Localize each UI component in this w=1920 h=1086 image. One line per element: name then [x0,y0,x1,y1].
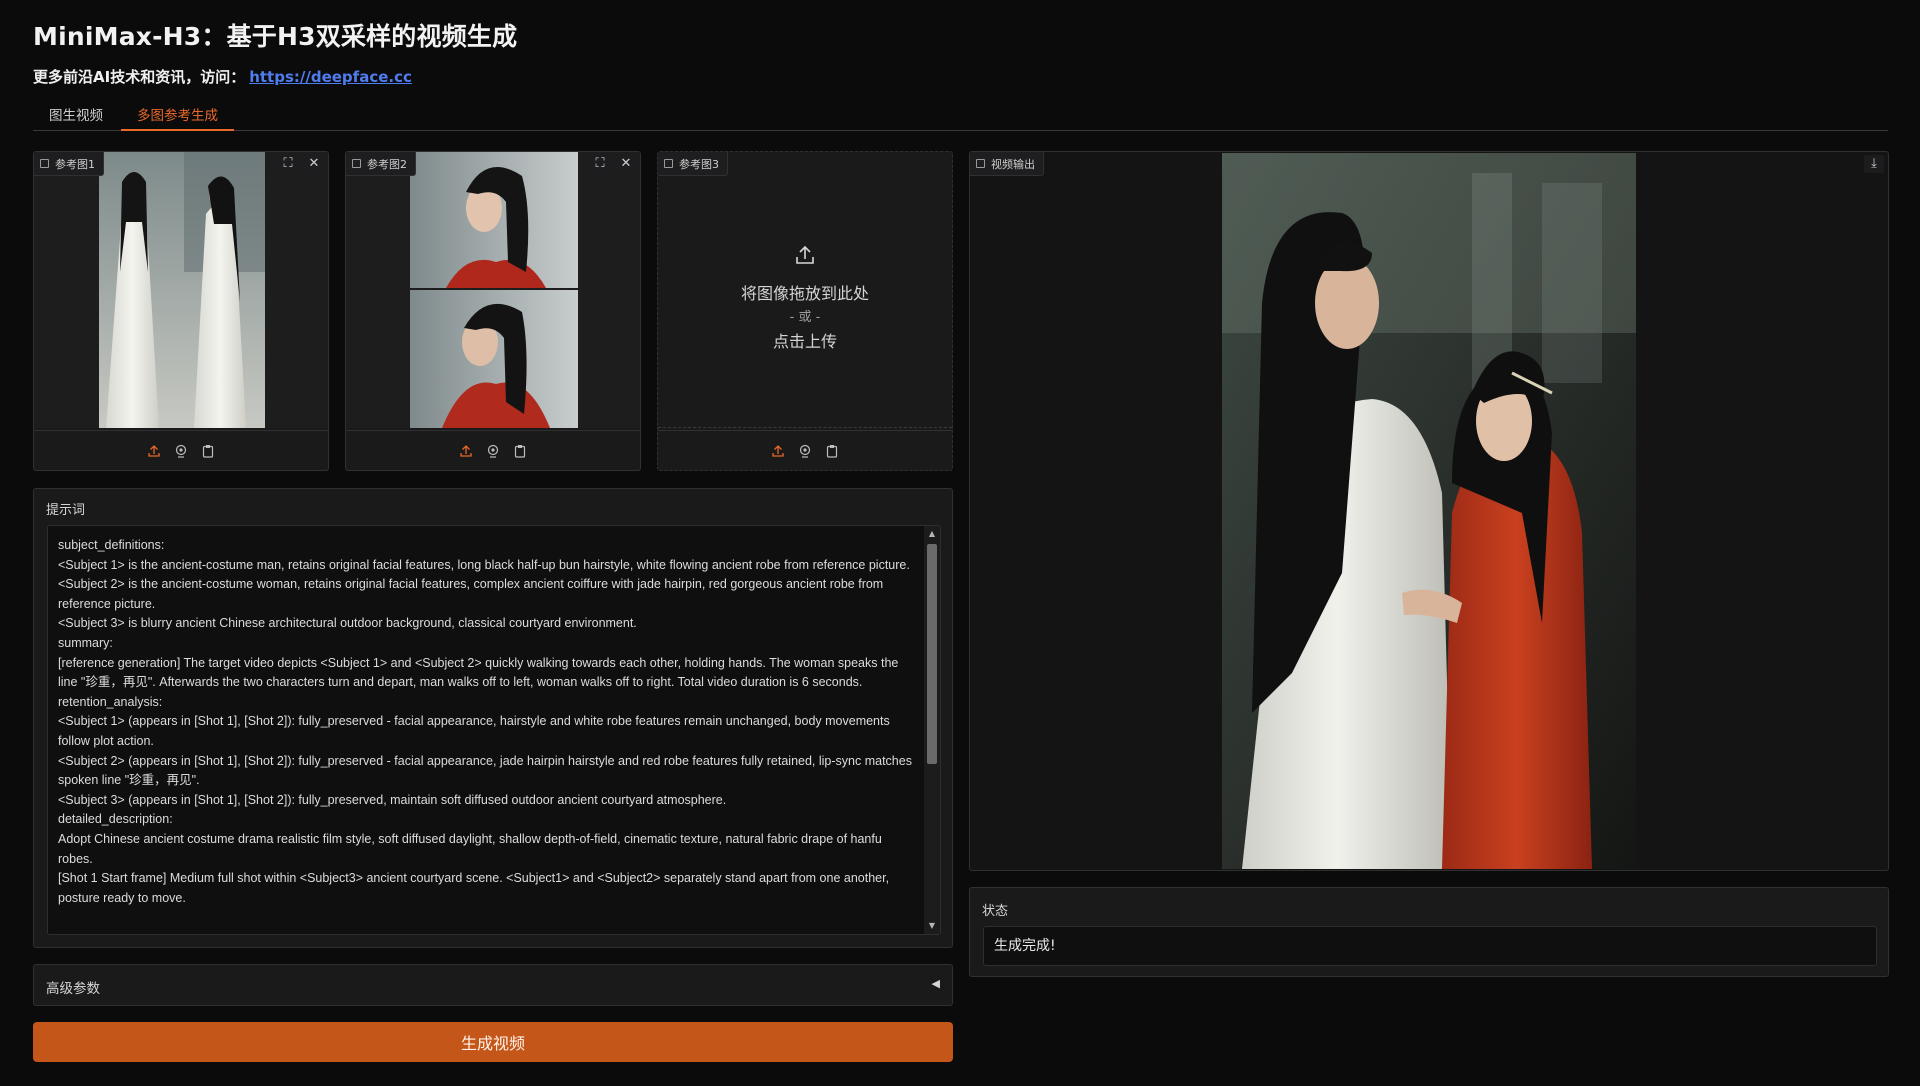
subtitle-text: 更多前沿AI技术和资讯，访问： [33,68,246,86]
prompt-textarea[interactable]: subject_definitions: <Subject 1> is the … [47,525,941,935]
scroll-thumb[interactable] [927,544,937,764]
clipboard-icon[interactable] [824,442,841,459]
image-icon [40,159,49,168]
webcam-icon[interactable] [173,442,190,459]
advanced-params-label: 高级参数 [46,981,100,997]
prompt-label: 提示词 [46,503,86,518]
video-player[interactable] [1222,153,1636,869]
generate-video-button[interactable]: 生成视频 [33,1022,953,1062]
prompt-scrollbar[interactable]: ▲ ▼ [924,526,940,934]
status-panel: 状态 生成完成! [969,887,1889,977]
tab-multi-reference[interactable]: 多图参考生成 [121,105,234,131]
video-frame-image [1222,153,1636,869]
reference-image-3-label: 参考图3 [658,152,728,176]
reference-image-3-label-text: 参考图3 [679,157,719,171]
reference-image-1[interactable] [34,152,328,428]
download-icon[interactable]: ⤓ [1864,155,1884,173]
video-icon [976,159,985,168]
tab-image-to-video[interactable]: 图生视频 [33,105,119,131]
reference-photo-2 [410,152,578,428]
reference-image-2-label: 参考图2 [346,152,416,176]
clipboard-icon[interactable] [200,442,217,459]
page-subtitle: 更多前沿AI技术和资讯，访问： https://deepface.cc [33,66,412,87]
close-icon[interactable]: ✕ [616,155,636,173]
reference-photo-1 [99,152,265,428]
video-output-label: 视频输出 [970,152,1044,176]
reference-image-2-panel: 参考图2 ⛶ ✕ [345,151,641,471]
reference-image-1-panel: 参考图1 ⛶ ✕ [33,151,329,471]
fullscreen-icon[interactable]: ⛶ [590,155,610,173]
upload-icon[interactable] [458,442,475,459]
drop-text: 将图像拖放到此处 [740,284,869,303]
scroll-down-icon[interactable]: ▼ [928,922,936,930]
fullscreen-icon[interactable]: ⛶ [278,155,298,173]
webcam-icon[interactable] [797,442,814,459]
upload-icon [796,245,814,264]
image-drop-zone[interactable]: 将图像拖放到此处 - 或 - 点击上传 [658,152,952,428]
image-icon [352,159,361,168]
reference-image-1-label: 参考图1 [34,152,104,176]
image-icon [664,159,673,168]
page-title: MiniMax-H3：基于H3双采样的视频生成 [33,22,518,51]
reference-image-2[interactable] [346,152,640,428]
status-label: 状态 [982,904,1009,919]
website-link[interactable]: https://deepface.cc [249,68,412,86]
reference-image-1-label-text: 参考图1 [55,157,95,171]
reference-image-3-panel: 将图像拖放到此处 - 或 - 点击上传 参考图3 [657,151,953,471]
scroll-up-icon[interactable]: ▲ [928,530,936,538]
reference-image-2-label-text: 参考图2 [367,157,407,171]
video-output-panel: 视频输出 ⤓ [969,151,1889,871]
clipboard-icon[interactable] [512,442,529,459]
video-output-label-text: 视频输出 [991,157,1035,171]
click-upload-text: 点击上传 [772,332,837,351]
tab-bar: 图生视频 多图参考生成 [33,103,1888,131]
drop-or-text: - 或 - [789,310,821,325]
upload-icon[interactable] [146,442,163,459]
reference-image-3-toolbar [658,430,952,470]
prompt-text: subject_definitions: <Subject 1> is the … [58,538,912,905]
collapse-arrow-icon: ◀ [931,977,940,990]
status-output: 生成完成! [983,926,1877,966]
reference-image-2-toolbar [346,430,640,470]
close-icon[interactable]: ✕ [304,155,324,173]
prompt-panel: 提示词 subject_definitions: <Subject 1> is … [33,488,953,948]
reference-image-1-toolbar [34,430,328,470]
upload-icon[interactable] [770,442,787,459]
webcam-icon[interactable] [485,442,502,459]
advanced-params-accordion[interactable]: 高级参数 ◀ [33,964,953,1006]
